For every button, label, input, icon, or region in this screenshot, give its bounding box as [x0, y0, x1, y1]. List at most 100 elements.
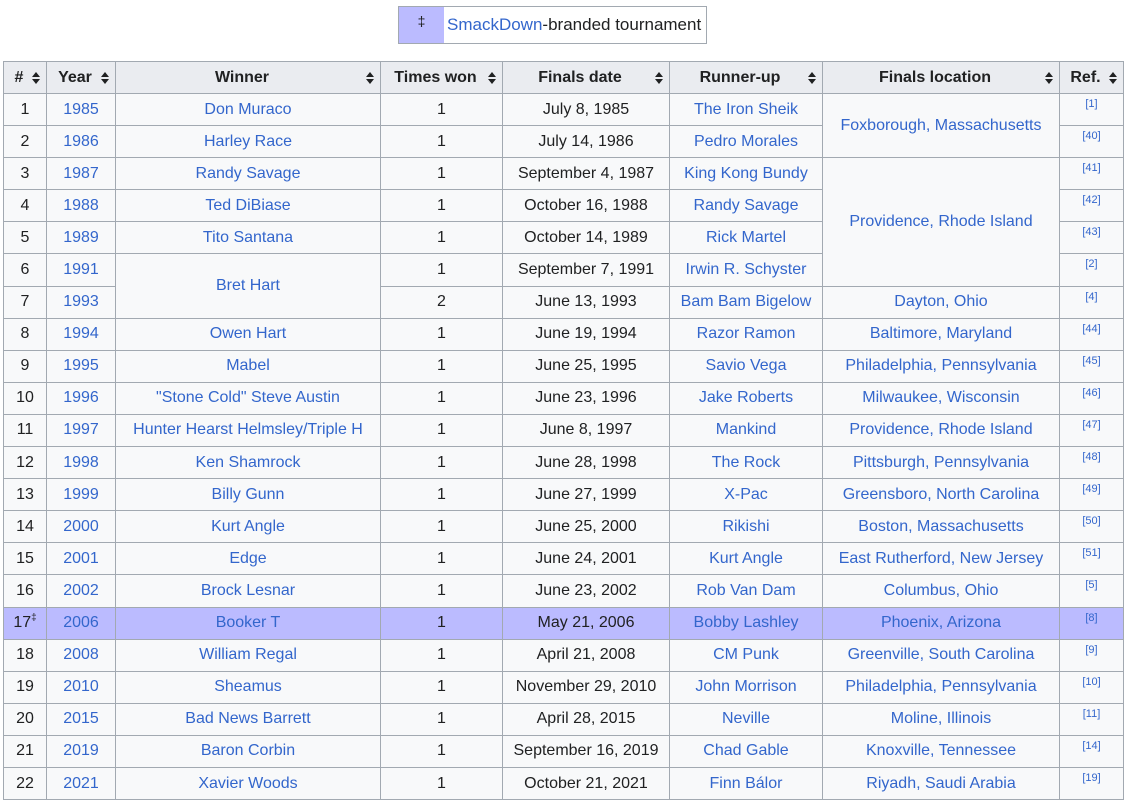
column-header-runner-up[interactable]: Runner-up — [669, 61, 823, 94]
winner-cell-link[interactable]: Harley Race — [204, 133, 292, 150]
ref-cell-link[interactable]: [50] — [1082, 515, 1100, 527]
finals-location-cell-link[interactable]: Boston, Massachusetts — [858, 518, 1023, 535]
runner-up-cell-link[interactable]: The Rock — [712, 454, 780, 471]
year-cell-link[interactable]: 1998 — [63, 454, 99, 471]
year-cell-link[interactable]: 2008 — [63, 646, 99, 663]
year-cell-link[interactable]: 1994 — [63, 325, 99, 342]
ref-cell-link[interactable]: [47] — [1082, 419, 1100, 431]
finals-location-cell-link[interactable]: Greensboro, North Carolina — [843, 486, 1040, 503]
ref-cell-link[interactable]: [4] — [1085, 291, 1097, 303]
sort-icon[interactable] — [32, 72, 40, 84]
runner-up-cell-link[interactable]: Neville — [722, 710, 770, 727]
year-cell-link[interactable]: 2002 — [63, 582, 99, 599]
finals-location-cell-link[interactable]: Phoenix, Arizona — [881, 614, 1001, 631]
winner-cell-link[interactable]: Sheamus — [214, 678, 282, 695]
column-header-finals-date[interactable]: Finals date — [502, 61, 670, 94]
runner-up-cell-link[interactable]: Chad Gable — [703, 742, 788, 759]
sort-icon[interactable] — [808, 72, 816, 84]
year-cell-link[interactable]: 1986 — [63, 133, 99, 150]
runner-up-cell-link[interactable]: Bam Bam Bigelow — [681, 293, 812, 310]
runner-up-cell-link[interactable]: Jake Roberts — [699, 389, 793, 406]
winner-cell-link[interactable]: Mabel — [226, 357, 270, 374]
finals-location-cell-link[interactable]: Milwaukee, Wisconsin — [862, 389, 1019, 406]
year-cell-link[interactable]: 1993 — [63, 293, 99, 310]
column-header-finals-location[interactable]: Finals location — [822, 61, 1060, 94]
year-cell-link[interactable]: 1987 — [63, 165, 99, 182]
finals-location-cell-link[interactable]: Riyadh, Saudi Arabia — [866, 775, 1015, 792]
runner-up-cell-link[interactable]: X-Pac — [724, 486, 768, 503]
finals-location-cell-link[interactable]: Baltimore, Maryland — [870, 325, 1012, 342]
winner-cell-link[interactable]: Owen Hart — [210, 325, 286, 342]
ref-cell-link[interactable]: [51] — [1082, 547, 1100, 559]
ref-cell-link[interactable]: [19] — [1082, 772, 1100, 784]
runner-up-cell-link[interactable]: Bobby Lashley — [694, 614, 799, 631]
runner-up-cell-link[interactable]: The Iron Sheik — [694, 101, 798, 118]
runner-up-cell-link[interactable]: Mankind — [716, 421, 776, 438]
column-header-winner[interactable]: Winner — [115, 61, 381, 94]
sort-icon[interactable] — [1045, 72, 1053, 84]
winner-cell-link[interactable]: William Regal — [199, 646, 297, 663]
finals-location-cell-link[interactable]: East Rutherford, New Jersey — [839, 550, 1044, 567]
winner-cell-link[interactable]: Randy Savage — [196, 165, 301, 182]
sort-icon[interactable] — [366, 72, 374, 84]
finals-location-cell-link[interactable]: Dayton, Ohio — [894, 293, 987, 310]
year-cell-link[interactable]: 1988 — [63, 197, 99, 214]
winner-cell-link[interactable]: "Stone Cold" Steve Austin — [156, 389, 340, 406]
winner-cell-link[interactable]: Bad News Barrett — [185, 710, 310, 727]
runner-up-cell-link[interactable]: Rikishi — [722, 518, 769, 535]
finals-location-cell-link[interactable]: Providence, Rhode Island — [849, 213, 1032, 230]
runner-up-cell-link[interactable]: Finn Bálor — [710, 775, 783, 792]
ref-cell-link[interactable]: [42] — [1082, 194, 1100, 206]
ref-cell-link[interactable]: [48] — [1082, 451, 1100, 463]
winner-cell-link[interactable]: Booker T — [216, 614, 281, 631]
ref-cell-link[interactable]: [11] — [1083, 708, 1101, 720]
smackdown-link[interactable]: SmackDown — [447, 15, 542, 35]
ref-cell-link[interactable]: [45] — [1082, 355, 1100, 367]
ref-cell-link[interactable]: [46] — [1082, 387, 1100, 399]
column-header-ref[interactable]: Ref. — [1059, 61, 1124, 94]
finals-location-cell-link[interactable]: Philadelphia, Pennsylvania — [845, 357, 1036, 374]
runner-up-cell-link[interactable]: John Morrison — [695, 678, 796, 695]
runner-up-cell-link[interactable]: Kurt Angle — [709, 550, 783, 567]
column-header-times-won[interactable]: Times won — [380, 61, 503, 94]
finals-location-cell-link[interactable]: Columbus, Ohio — [884, 582, 999, 599]
year-cell-link[interactable]: 2006 — [63, 614, 99, 631]
winner-cell-link[interactable]: Hunter Hearst Helmsley/Triple H — [133, 421, 363, 438]
year-cell-link[interactable]: 2021 — [63, 775, 99, 792]
finals-location-cell-link[interactable]: Providence, Rhode Island — [849, 421, 1032, 438]
year-cell-link[interactable]: 2015 — [63, 710, 99, 727]
finals-location-cell-link[interactable]: Greenville, South Carolina — [848, 646, 1035, 663]
runner-up-cell-link[interactable]: Rob Van Dam — [696, 582, 795, 599]
column-header-year[interactable]: Year — [46, 61, 116, 94]
winner-cell-link[interactable]: Brock Lesnar — [201, 582, 295, 599]
sort-icon[interactable] — [488, 72, 496, 84]
winner-cell-link[interactable]: Don Muraco — [204, 101, 291, 118]
runner-up-cell-link[interactable]: King Kong Bundy — [684, 165, 808, 182]
year-cell-link[interactable]: 1991 — [63, 261, 99, 278]
year-cell-link[interactable]: 1995 — [63, 357, 99, 374]
sort-icon[interactable] — [655, 72, 663, 84]
year-cell-link[interactable]: 2010 — [63, 678, 99, 695]
winner-cell-link[interactable]: Kurt Angle — [211, 518, 285, 535]
ref-cell-link[interactable]: [49] — [1082, 483, 1100, 495]
finals-location-cell-link[interactable]: Philadelphia, Pennsylvania — [845, 678, 1036, 695]
year-cell-link[interactable]: 1999 — [63, 486, 99, 503]
ref-cell-link[interactable]: [40] — [1082, 130, 1100, 142]
finals-location-cell-link[interactable]: Foxborough, Massachusetts — [841, 117, 1042, 134]
winner-cell-link[interactable]: Billy Gunn — [212, 486, 285, 503]
year-cell-link[interactable]: 1989 — [63, 229, 99, 246]
ref-cell-link[interactable]: [14] — [1082, 740, 1100, 752]
winner-cell-link[interactable]: Tito Santana — [203, 229, 293, 246]
winner-cell-link[interactable]: Edge — [229, 550, 266, 567]
ref-cell-link[interactable]: [8] — [1085, 612, 1097, 624]
winner-cell-link[interactable]: Xavier Woods — [198, 775, 297, 792]
runner-up-cell-link[interactable]: Randy Savage — [694, 197, 799, 214]
year-cell-link[interactable]: 1996 — [63, 389, 99, 406]
year-cell-link[interactable]: 1997 — [63, 421, 99, 438]
ref-cell-link[interactable]: [41] — [1082, 162, 1100, 174]
ref-cell-link[interactable]: [1] — [1085, 98, 1097, 110]
sort-icon[interactable] — [1109, 72, 1117, 84]
winner-cell-link[interactable]: Ted DiBiase — [205, 197, 290, 214]
winner-cell-link[interactable]: Bret Hart — [216, 277, 280, 294]
winner-cell-link[interactable]: Baron Corbin — [201, 742, 295, 759]
